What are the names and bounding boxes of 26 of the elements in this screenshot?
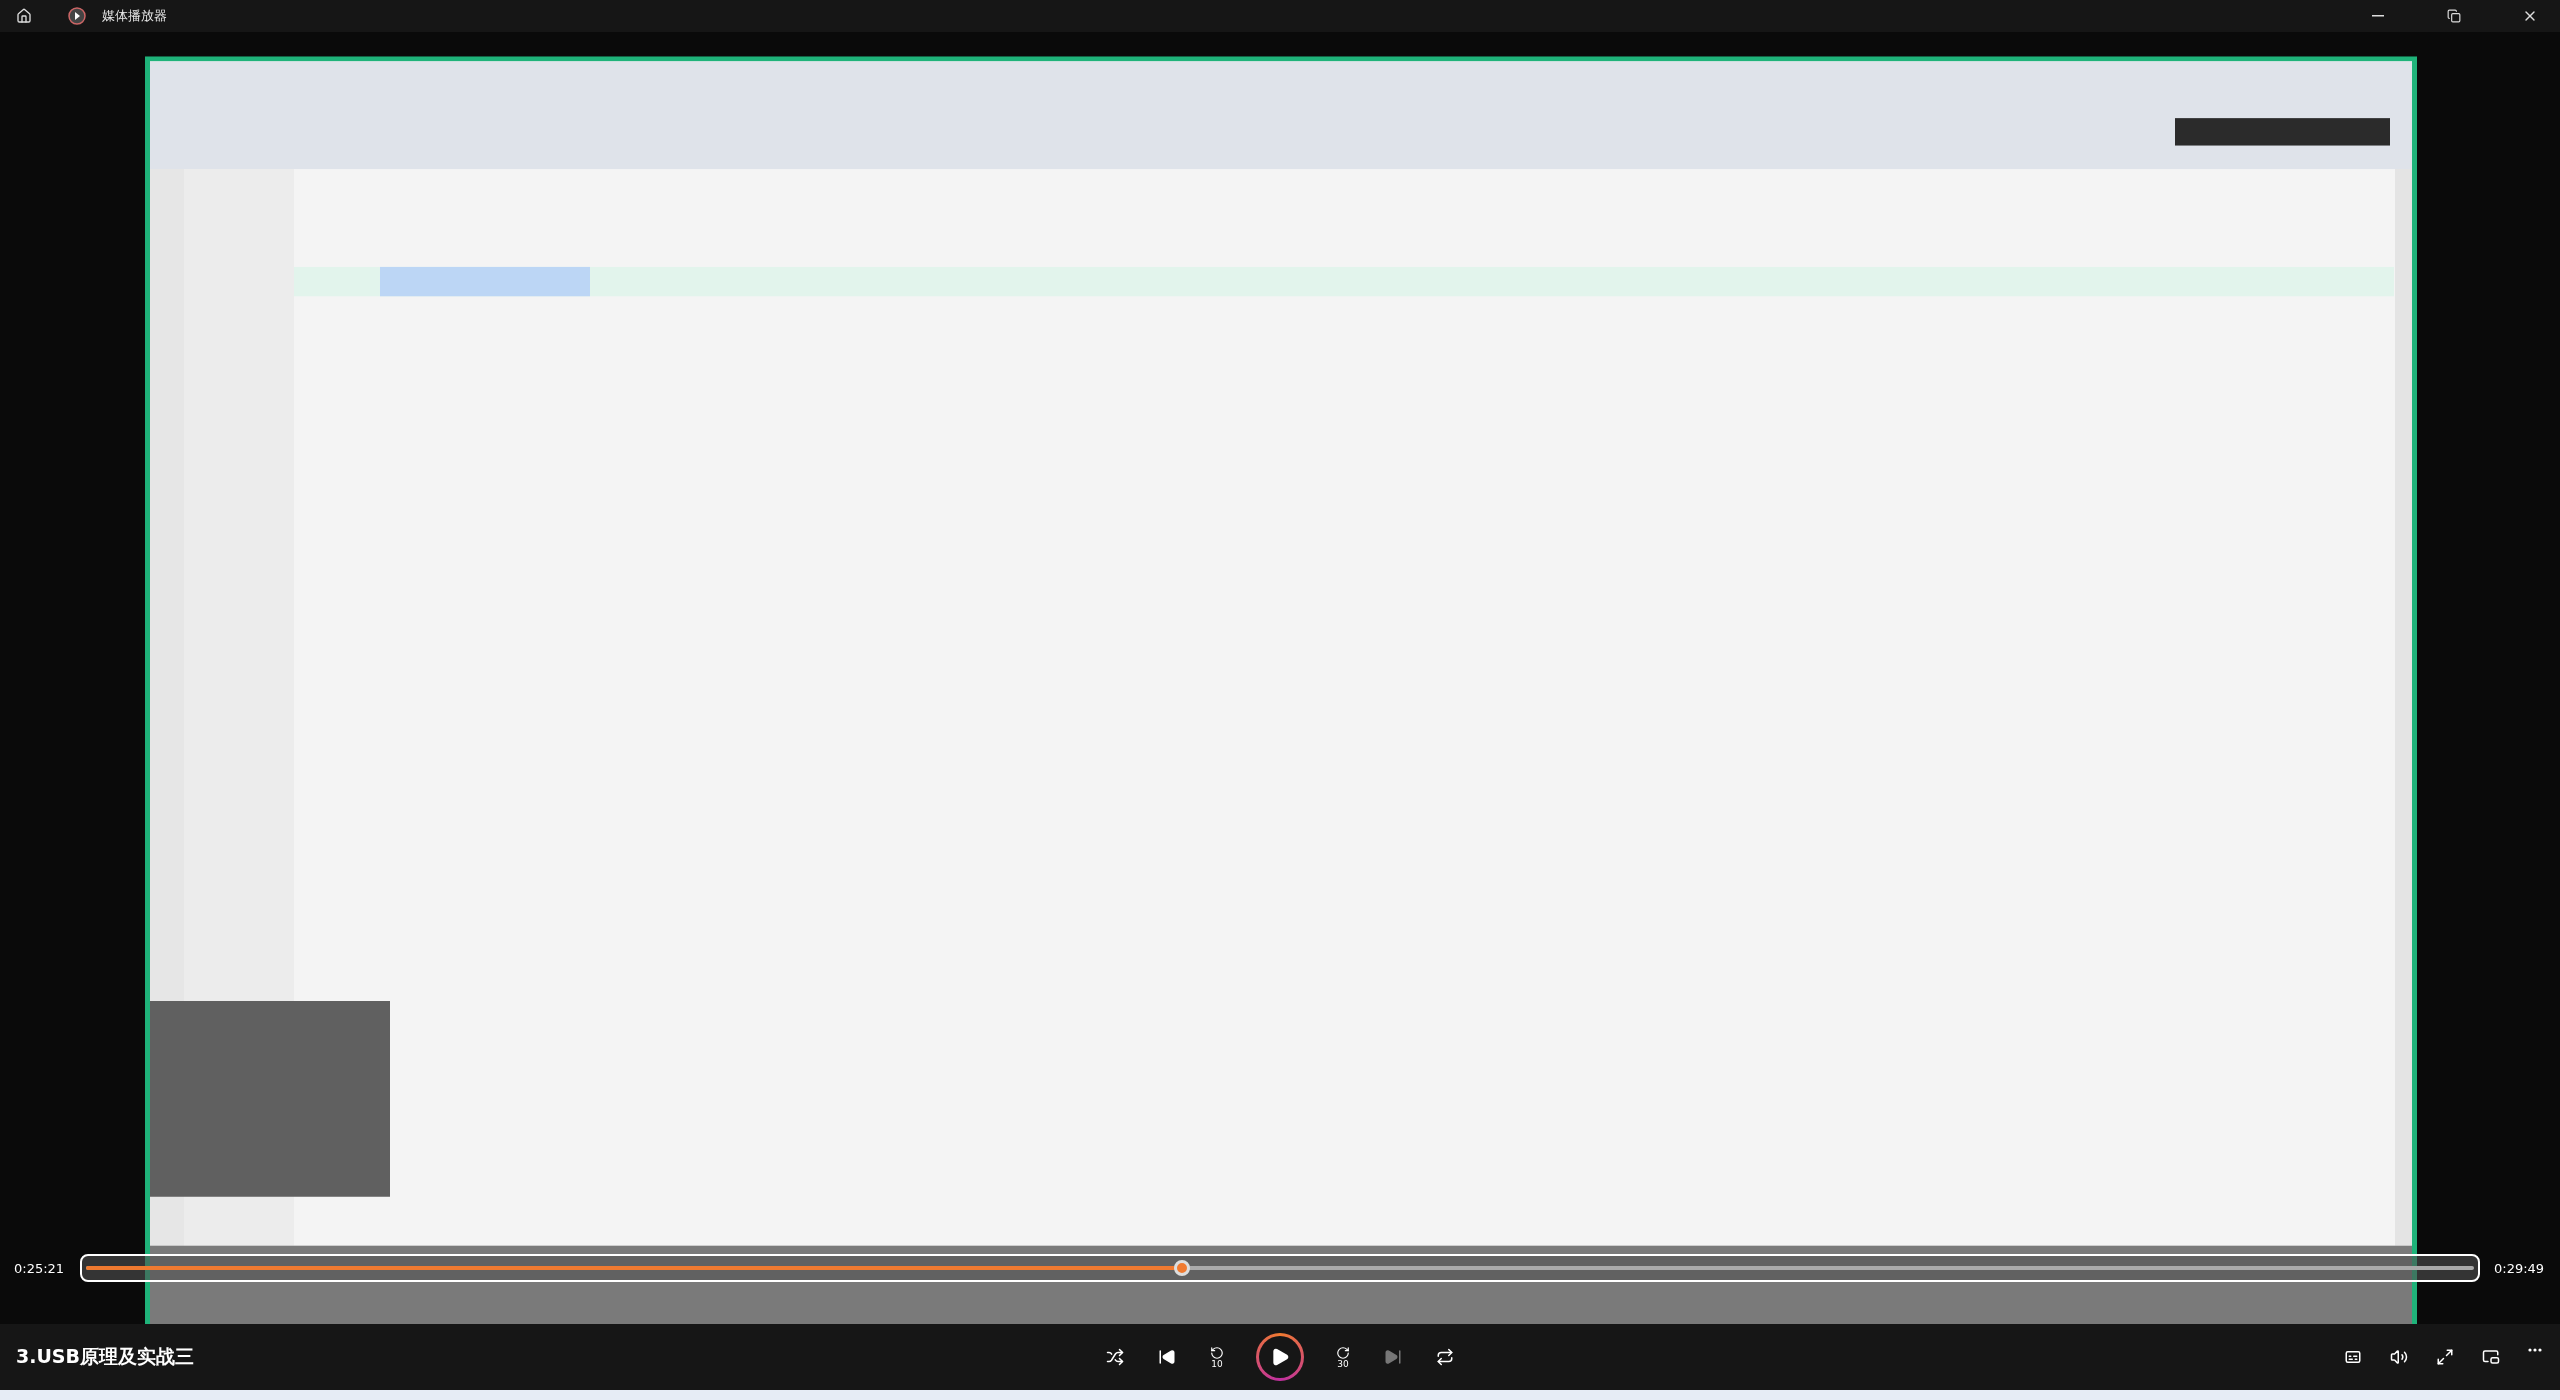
minimize-icon bbox=[2372, 15, 2384, 17]
fullscreen-icon bbox=[2436, 1348, 2454, 1366]
window-title: 媒体播放器 bbox=[102, 7, 167, 25]
play-button[interactable] bbox=[1256, 1333, 1304, 1381]
next-icon bbox=[1384, 1348, 1402, 1366]
restore-icon bbox=[2447, 9, 2461, 23]
previous-icon bbox=[1158, 1348, 1176, 1366]
more-icon bbox=[2528, 1348, 2542, 1352]
home-icon[interactable] bbox=[16, 8, 32, 24]
elapsed-time: 0:25:21 bbox=[14, 1260, 66, 1276]
shuffle-button[interactable] bbox=[1104, 1346, 1126, 1368]
skip-back-button[interactable]: 10 bbox=[1208, 1343, 1226, 1371]
captions-icon bbox=[2344, 1348, 2362, 1366]
skip-forward-button[interactable]: 30 bbox=[1334, 1343, 1352, 1371]
rewind-icon bbox=[1210, 1345, 1224, 1360]
repeat-icon bbox=[1436, 1348, 1454, 1366]
seek-bar[interactable] bbox=[80, 1254, 2480, 1282]
forward-icon bbox=[1336, 1345, 1350, 1360]
repeat-button[interactable] bbox=[1434, 1346, 1456, 1368]
mini-player-icon bbox=[2482, 1348, 2500, 1366]
player-logo-icon bbox=[68, 7, 86, 25]
shuffle-icon bbox=[1106, 1348, 1124, 1366]
total-time: 0:29:49 bbox=[2494, 1260, 2546, 1276]
volume-icon bbox=[2390, 1348, 2408, 1366]
play-icon bbox=[1270, 1347, 1290, 1367]
media-title: 3.USB原理及实战三 bbox=[16, 1344, 196, 1369]
